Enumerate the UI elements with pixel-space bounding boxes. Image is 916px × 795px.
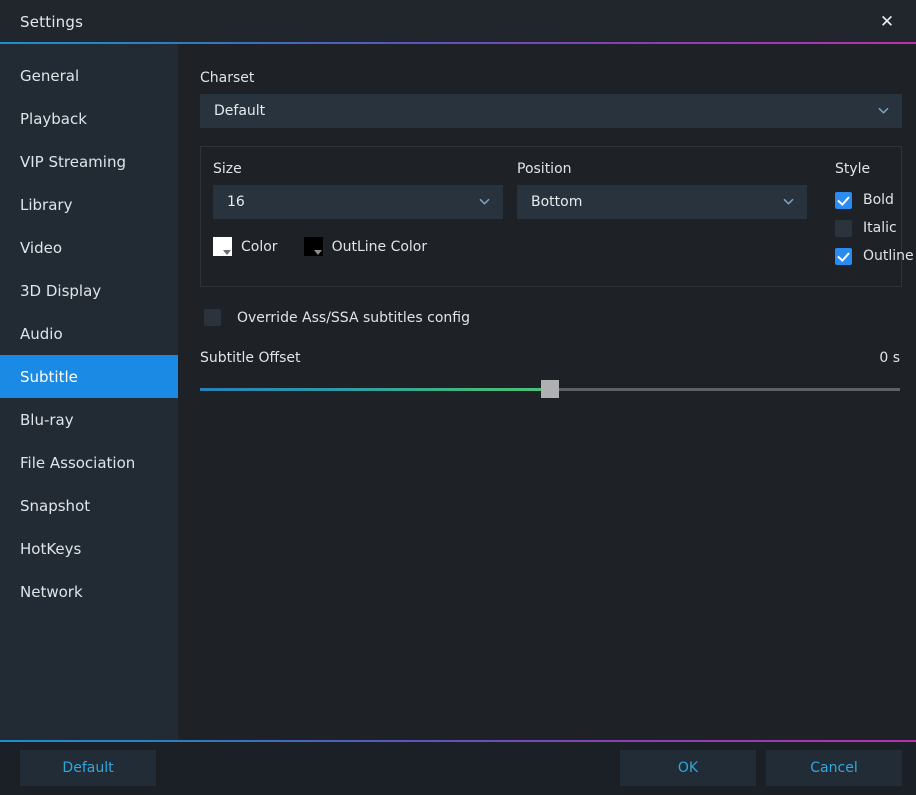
override-label: Override Ass/SSA subtitles config	[237, 309, 470, 326]
outline-color-label: OutLine Color	[331, 238, 428, 255]
sidebar-item-label: Library	[20, 195, 73, 214]
subtitle-settings-panel: Charset Default Size 16 Color OutLine Co…	[178, 44, 916, 740]
sidebar-item-label: Video	[20, 238, 63, 257]
charset-field: Charset Default	[200, 70, 902, 128]
checkbox-icon	[204, 309, 221, 326]
sidebar-item-label: Blu-ray	[20, 410, 74, 429]
style-outline-label: Outline	[863, 248, 914, 264]
sidebar-item-label: Network	[20, 582, 83, 601]
subtitle-offset-header: Subtitle Offset 0 s	[200, 350, 902, 366]
style-bold-label: Bold	[863, 192, 894, 208]
sidebar-item-label: Snapshot	[20, 496, 91, 515]
settings-sidebar: General Playback VIP Streaming Library V…	[0, 44, 178, 740]
subtitle-style-groupbox: Size 16 Color OutLine Color Position Bot…	[200, 146, 914, 287]
sidebar-item-file-association[interactable]: File Association	[0, 441, 178, 484]
outline-color-swatch[interactable]	[303, 237, 323, 256]
subtitle-offset-value: 0 s	[879, 350, 900, 366]
sidebar-item-audio[interactable]: Audio	[0, 312, 178, 355]
position-label: Position	[517, 161, 572, 177]
style-italic-label: Italic	[863, 220, 897, 236]
style-label: Style	[835, 161, 871, 177]
sidebar-item-3d-display[interactable]: 3D Display	[0, 269, 178, 312]
sidebar-item-label: HotKeys	[20, 539, 82, 558]
sidebar-item-label: Playback	[20, 109, 87, 128]
color-swatch[interactable]	[213, 237, 232, 256]
window-title: Settings	[20, 13, 84, 31]
position-column: Position Bottom	[517, 161, 807, 219]
size-column: Size 16 Color OutLine Color	[213, 161, 503, 256]
swatch-dropdown-icon	[313, 250, 322, 255]
style-checkbox-italic[interactable]: Italic	[835, 214, 914, 242]
swatch-dropdown-icon	[223, 250, 231, 255]
dialog-footer: Default OK Cancel	[0, 740, 916, 795]
chevron-down-icon	[878, 105, 889, 116]
subtitle-offset-field: Subtitle Offset 0 s	[200, 350, 902, 398]
checkbox-icon	[835, 247, 852, 265]
size-value: 16	[227, 194, 245, 210]
sidebar-item-snapshot[interactable]: Snapshot	[0, 484, 178, 527]
sidebar-item-vip-streaming[interactable]: VIP Streaming	[0, 140, 178, 183]
sidebar-item-video[interactable]: Video	[0, 226, 178, 269]
default-button[interactable]: Default	[20, 749, 156, 786]
slider-track-fill	[200, 388, 550, 391]
sidebar-item-library[interactable]: Library	[0, 183, 178, 226]
sidebar-item-label: 3D Display	[20, 281, 102, 300]
ok-button[interactable]: OK	[620, 749, 756, 786]
sidebar-item-hotkeys[interactable]: HotKeys	[0, 527, 178, 570]
color-label: Color	[241, 238, 278, 255]
size-select[interactable]: 16	[213, 185, 503, 219]
charset-select[interactable]: Default	[200, 94, 902, 128]
sidebar-item-playback[interactable]: Playback	[0, 97, 178, 140]
subtitle-offset-label: Subtitle Offset	[200, 350, 301, 366]
sidebar-item-label: VIP Streaming	[20, 152, 126, 171]
sidebar-item-label: Audio	[20, 324, 63, 343]
cancel-button[interactable]: Cancel	[766, 749, 902, 786]
style-column: Style Bold Italic Outline	[821, 161, 914, 270]
sidebar-item-label: File Association	[20, 453, 136, 472]
style-checkbox-bold[interactable]: Bold	[835, 186, 914, 214]
slider-thumb[interactable]	[541, 380, 559, 398]
sidebar-item-label: General	[20, 66, 80, 85]
override-ass-ssa-checkbox[interactable]: Override Ass/SSA subtitles config	[204, 309, 902, 326]
charset-value: Default	[214, 103, 266, 119]
close-icon[interactable]: ✕	[872, 7, 902, 37]
checkbox-icon	[835, 191, 852, 209]
style-checkbox-outline[interactable]: Outline	[835, 242, 914, 270]
charset-label: Charset	[200, 70, 255, 86]
size-label: Size	[213, 161, 242, 177]
position-select[interactable]: Bottom	[517, 185, 807, 219]
title-bar: Settings ✕	[0, 0, 916, 44]
subtitle-offset-slider[interactable]	[200, 380, 900, 398]
sidebar-item-label: Subtitle	[20, 367, 78, 386]
checkbox-icon	[835, 219, 852, 237]
sidebar-item-general[interactable]: General	[0, 54, 178, 97]
sidebar-item-subtitle[interactable]: Subtitle	[0, 355, 178, 398]
color-row: Color OutLine Color	[213, 237, 503, 256]
sidebar-item-blu-ray[interactable]: Blu-ray	[0, 398, 178, 441]
sidebar-item-network[interactable]: Network	[0, 570, 178, 613]
chevron-down-icon	[479, 196, 490, 207]
dialog-body: General Playback VIP Streaming Library V…	[0, 44, 916, 740]
footer-gradient-divider	[0, 740, 916, 742]
position-value: Bottom	[531, 194, 583, 210]
settings-dialog: Settings ✕ General Playback VIP Streamin…	[0, 0, 916, 795]
chevron-down-icon	[783, 196, 794, 207]
